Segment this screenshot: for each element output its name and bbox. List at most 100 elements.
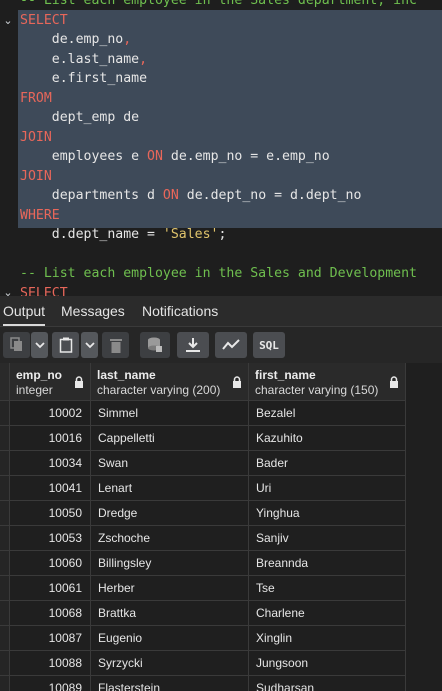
row-selector[interactable] [0, 676, 10, 691]
table-cell[interactable]: Bader [249, 451, 406, 476]
code-token: , [139, 51, 148, 67]
table-cell[interactable]: 10060 [10, 551, 91, 576]
column-header-emp-no[interactable]: emp_no integer [10, 363, 91, 401]
row-header-corner [0, 363, 10, 401]
code-token: 'Sales' [162, 227, 219, 242]
table-row[interactable]: 10034 Swan Bader [0, 451, 406, 476]
table-cell[interactable]: Simmel [91, 401, 249, 426]
paste-icon [59, 337, 72, 353]
code-line: d.dept_name = 'Sales'; [20, 225, 417, 245]
code-token: de.dept_no = d.dept_no [178, 188, 362, 203]
row-selector[interactable] [0, 476, 10, 501]
row-selector[interactable] [0, 601, 10, 626]
table-cell[interactable]: Sudharsan [249, 676, 406, 691]
row-selector[interactable] [0, 451, 10, 476]
table-cell[interactable]: 10050 [10, 501, 91, 526]
table-cell[interactable]: Sanjiv [249, 526, 406, 551]
code-line: SELECT [20, 284, 417, 297]
code-line: SELECT [20, 11, 417, 31]
copy-button[interactable] [3, 332, 30, 358]
row-selector[interactable] [0, 626, 10, 651]
code-token: -- List each employee in the Sales and D… [20, 266, 417, 281]
code-token: departments d [20, 188, 163, 203]
table-cell[interactable]: 10002 [10, 401, 91, 426]
table-cell[interactable]: Cappelletti [91, 426, 249, 451]
table-cell[interactable]: 10087 [10, 626, 91, 651]
table-cell[interactable]: 10068 [10, 601, 91, 626]
table-cell[interactable]: Tse [249, 576, 406, 601]
table-cell[interactable]: Zschoche [91, 526, 249, 551]
table-cell[interactable]: Jungsoon [249, 651, 406, 676]
table-cell[interactable]: 10053 [10, 526, 91, 551]
paste-options-dropdown[interactable] [81, 332, 98, 358]
table-cell[interactable]: Billingsley [91, 551, 249, 576]
table-cell[interactable]: Bezalel [249, 401, 406, 426]
code-token: dept_emp de [20, 110, 140, 125]
row-selector[interactable] [0, 501, 10, 526]
table-cell[interactable]: Charlene [249, 601, 406, 626]
code-line: JOIN [20, 167, 417, 187]
tab-notifications[interactable]: Notifications [142, 296, 218, 326]
table-row[interactable]: 10002 Simmel Bezalel [0, 401, 406, 426]
row-selector[interactable] [0, 426, 10, 451]
table-row[interactable]: 10087 Eugenio Xinglin [0, 626, 406, 651]
table-row[interactable]: 10053 Zschoche Sanjiv [0, 526, 406, 551]
table-row[interactable]: 10050 Dredge Yinghua [0, 501, 406, 526]
code-line: -- List each employee in the Sales depar… [20, 0, 417, 11]
delete-button[interactable] [102, 332, 129, 358]
results-toolbar: SQL [0, 327, 442, 363]
sql-code[interactable]: -- List each employee in the Sales depar… [20, 0, 417, 296]
table-cell[interactable]: 10089 [10, 676, 91, 691]
row-selector[interactable] [0, 651, 10, 676]
table-cell[interactable]: Yinghua [249, 501, 406, 526]
row-selector[interactable] [0, 576, 10, 601]
table-row[interactable]: 10068 Brattka Charlene [0, 601, 406, 626]
table-cell[interactable]: Dredge [91, 501, 249, 526]
table-row[interactable]: 10041 Lenart Uri [0, 476, 406, 501]
paste-button[interactable] [52, 332, 79, 358]
column-header-first-name[interactable]: first_name character varying (150) [249, 363, 406, 401]
table-cell[interactable]: Lenart [91, 476, 249, 501]
row-selector[interactable] [0, 401, 10, 426]
tab-output[interactable]: Output [3, 296, 46, 326]
sql-button[interactable]: SQL [253, 332, 285, 358]
table-cell[interactable]: Eugenio [91, 626, 249, 651]
code-line: employees e ON de.emp_no = e.emp_no [20, 147, 417, 167]
code-token: JOIN [20, 129, 52, 145]
chevron-down-icon[interactable]: ⌄ [1, 286, 15, 296]
column-type: integer [16, 383, 53, 397]
table-cell[interactable]: Xinglin [249, 626, 406, 651]
table-cell[interactable]: Brattka [91, 601, 249, 626]
table-cell[interactable]: Syrzycki [91, 651, 249, 676]
row-selector[interactable] [0, 551, 10, 576]
chevron-down-icon[interactable]: ⌄ [1, 14, 15, 28]
code-line: WHERE [20, 206, 417, 226]
table-row[interactable]: 10089 Flasterstein Sudharsan [0, 676, 406, 691]
row-selector[interactable] [0, 526, 10, 551]
table-cell[interactable]: Herber [91, 576, 249, 601]
table-cell[interactable]: Breannda [249, 551, 406, 576]
table-cell[interactable]: 10016 [10, 426, 91, 451]
table-cell[interactable]: 10088 [10, 651, 91, 676]
table-cell[interactable]: Flasterstein [91, 676, 249, 691]
copy-options-dropdown[interactable] [31, 332, 48, 358]
table-row[interactable]: 10088 Syrzycki Jungsoon [0, 651, 406, 676]
table-cell[interactable]: Kazuhito [249, 426, 406, 451]
column-header-last-name[interactable]: last_name character varying (200) [91, 363, 249, 401]
table-cell[interactable]: Swan [91, 451, 249, 476]
graph-visualiser-button[interactable] [215, 332, 247, 358]
tab-messages[interactable]: Messages [61, 296, 125, 326]
graph-icon [222, 339, 240, 350]
code-token: SELECT [20, 285, 68, 297]
table-row[interactable]: 10061 Herber Tse [0, 576, 406, 601]
table-row[interactable]: 10060 Billingsley Breannda [0, 551, 406, 576]
table-cell[interactable]: Uri [249, 476, 406, 501]
download-button[interactable] [177, 332, 209, 358]
table-row[interactable]: 10016 Cappelletti Kazuhito [0, 426, 406, 451]
table-cell[interactable]: 10061 [10, 576, 91, 601]
query-editor[interactable]: ⌄ ⌄ -- List each employee in the Sales d… [0, 0, 442, 296]
table-cell[interactable]: 10041 [10, 476, 91, 501]
table-cell[interactable]: 10034 [10, 451, 91, 476]
save-data-changes-button[interactable] [140, 332, 170, 358]
